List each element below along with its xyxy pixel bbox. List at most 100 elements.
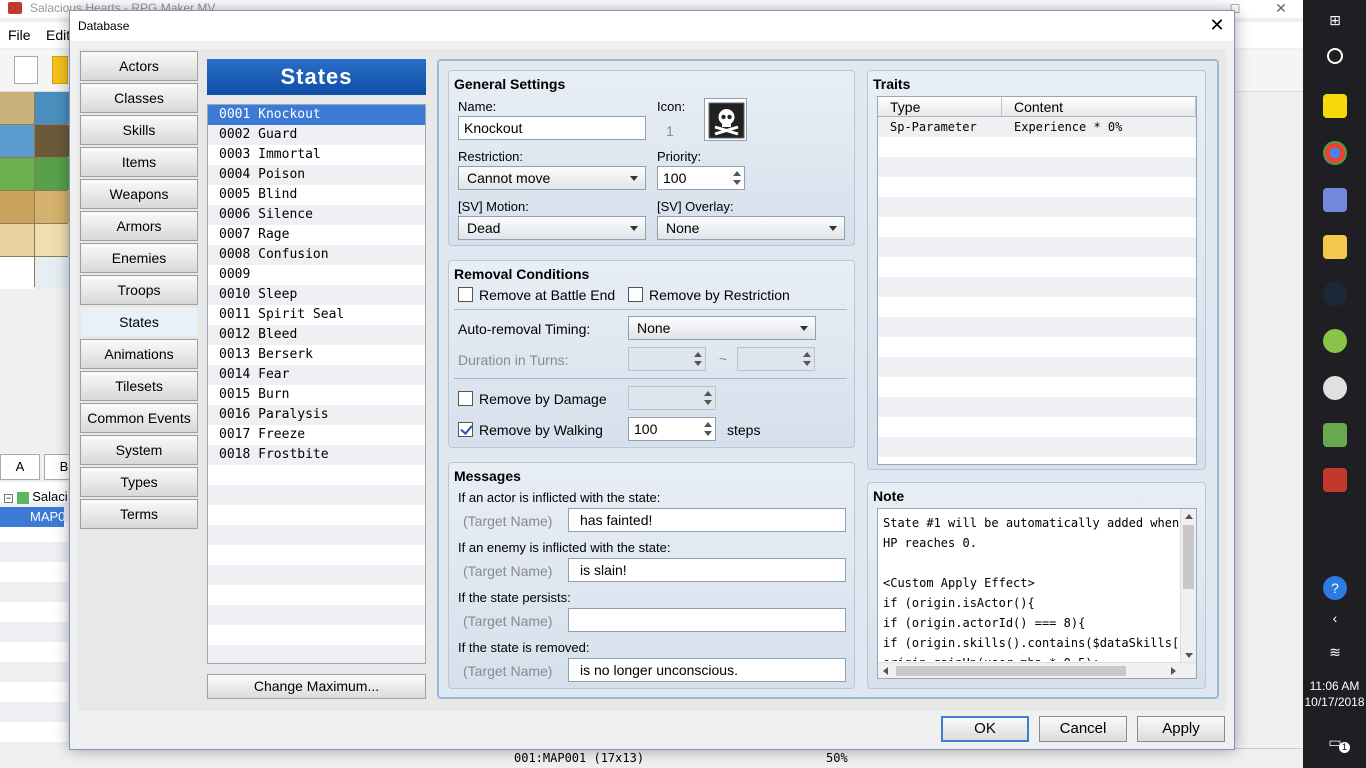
list-item[interactable]: 0006 Silence: [208, 205, 425, 225]
nav-types[interactable]: Types: [80, 467, 198, 497]
rpg-maker-taskbar-icon[interactable]: [1323, 468, 1347, 492]
app-tiles-icon[interactable]: [1323, 423, 1347, 447]
scrollbar-thumb[interactable]: [896, 666, 1126, 676]
open-project-icon[interactable]: [52, 56, 68, 84]
menu-file[interactable]: File: [8, 27, 31, 43]
nav-common-events[interactable]: Common Events: [80, 403, 198, 433]
list-item[interactable]: 0016 Paralysis: [208, 405, 425, 425]
steam-icon[interactable]: [1323, 282, 1347, 306]
scroll-right-icon[interactable]: [1171, 667, 1176, 675]
remove-by-restriction-label[interactable]: Remove by Restriction: [649, 287, 790, 303]
remove-at-battle-end-label[interactable]: Remove at Battle End: [479, 287, 615, 303]
cancel-button[interactable]: Cancel: [1039, 716, 1127, 742]
scrollbar-thumb[interactable]: [1183, 525, 1194, 589]
message-input[interactable]: has fainted!: [568, 508, 846, 532]
remove-by-damage-checkbox[interactable]: [458, 391, 473, 406]
list-item[interactable]: 0002 Guard: [208, 125, 425, 145]
trait-type[interactable]: Sp-Parameter: [890, 117, 977, 137]
menu-edit[interactable]: Edit: [46, 27, 70, 43]
cortana-icon[interactable]: [1327, 48, 1343, 64]
scroll-up-icon[interactable]: [1185, 514, 1193, 519]
remove-at-battle-end-checkbox[interactable]: [458, 287, 473, 302]
message-input[interactable]: [568, 608, 846, 632]
message-input[interactable]: is no longer unconscious.: [568, 658, 846, 682]
sv-motion-select[interactable]: Dead: [458, 216, 646, 240]
windows-start-icon[interactable]: ⊞: [1323, 8, 1347, 32]
note-horizontal-scrollbar[interactable]: [878, 662, 1196, 678]
nav-armors[interactable]: Armors: [80, 211, 198, 241]
states-list[interactable]: 0001 Knockout 0002 Guard 0003 Immortal 0004…: [207, 104, 426, 664]
nav-troops[interactable]: Troops: [80, 275, 198, 305]
tab-a[interactable]: A: [0, 454, 40, 480]
ok-button[interactable]: OK: [941, 716, 1029, 742]
nav-system[interactable]: System: [80, 435, 198, 465]
scroll-left-icon[interactable]: [883, 667, 888, 675]
tree-item-project[interactable]: − Salacious Hearts: [4, 487, 68, 507]
nav-tilesets[interactable]: Tilesets: [80, 371, 198, 401]
file-explorer-icon[interactable]: [1323, 235, 1347, 259]
list-item[interactable]: 0014 Fear: [208, 365, 425, 385]
change-maximum-button[interactable]: Change Maximum...: [207, 674, 426, 699]
apply-button[interactable]: Apply: [1137, 716, 1225, 742]
name-input[interactable]: Knockout: [458, 116, 646, 140]
traits-column-type[interactable]: Type: [878, 97, 1002, 117]
list-item[interactable]: 0017 Freeze: [208, 425, 425, 445]
walking-steps-spinner[interactable]: 100: [628, 417, 716, 441]
remove-by-walking-label[interactable]: Remove by Walking: [479, 422, 603, 438]
list-item[interactable]: 0004 Poison: [208, 165, 425, 185]
nav-states[interactable]: States: [80, 307, 198, 337]
list-item[interactable]: 0018 Frostbite: [208, 445, 425, 465]
nav-weapons[interactable]: Weapons: [80, 179, 198, 209]
chrome-icon[interactable]: [1323, 141, 1347, 165]
list-item[interactable]: 0001 Knockout: [208, 105, 425, 125]
priority-spinner[interactable]: 100: [657, 166, 745, 190]
nav-skills[interactable]: Skills: [80, 115, 198, 145]
tileset-palette[interactable]: [0, 92, 69, 289]
close-icon[interactable]: ✕: [1258, 0, 1304, 18]
list-item[interactable]: 0015 Burn: [208, 385, 425, 405]
discord-icon[interactable]: [1323, 188, 1347, 212]
nav-enemies[interactable]: Enemies: [80, 243, 198, 273]
restriction-select[interactable]: Cannot move: [458, 166, 646, 190]
list-item[interactable]: 0013 Berserk: [208, 345, 425, 365]
list-item[interactable]: 0011 Spirit Seal: [208, 305, 425, 325]
list-item[interactable]: 0012 Bleed: [208, 325, 425, 345]
app-parasol-icon[interactable]: [1323, 376, 1347, 400]
note-text[interactable]: State #1 will be automatically added whe…: [883, 513, 1179, 661]
remove-by-restriction-checkbox[interactable]: [628, 287, 643, 302]
scroll-down-icon[interactable]: [1185, 653, 1193, 658]
dialog-close-icon[interactable]: ✕: [1206, 14, 1228, 36]
wifi-icon[interactable]: ≋: [1323, 640, 1347, 664]
list-item[interactable]: 0007 Rage: [208, 225, 425, 245]
app-globe-icon[interactable]: [1323, 329, 1347, 353]
note-vertical-scrollbar[interactable]: [1180, 509, 1196, 663]
nav-terms[interactable]: Terms: [80, 499, 198, 529]
chevron-left-icon[interactable]: ‹: [1323, 606, 1347, 630]
remove-by-walking-checkbox[interactable]: [458, 422, 473, 437]
remove-by-damage-label[interactable]: Remove by Damage: [479, 391, 607, 407]
list-item[interactable]: 0003 Immortal: [208, 145, 425, 165]
trait-content[interactable]: Experience * 0%: [1014, 117, 1122, 137]
nav-items[interactable]: Items: [80, 147, 198, 177]
auto-removal-timing-select[interactable]: None: [628, 316, 816, 340]
traits-column-content[interactable]: Content: [1002, 97, 1196, 117]
help-icon[interactable]: ?: [1323, 576, 1347, 600]
sv-overlay-select[interactable]: None: [657, 216, 845, 240]
list-item[interactable]: 0005 Blind: [208, 185, 425, 205]
skull-icon[interactable]: [704, 98, 747, 141]
note-textarea[interactable]: State #1 will be automatically added whe…: [877, 508, 1197, 679]
spinner-arrows-icon[interactable]: [732, 169, 742, 187]
message-input[interactable]: is slain!: [568, 558, 846, 582]
new-project-icon[interactable]: [14, 56, 38, 84]
list-item[interactable]: 0009: [208, 265, 425, 285]
nav-actors[interactable]: Actors: [80, 51, 198, 81]
nav-animations[interactable]: Animations: [80, 339, 198, 369]
list-item[interactable]: 0008 Confusion: [208, 245, 425, 265]
traits-table[interactable]: Type Content Sp-Parameter Experience * 0%: [877, 96, 1197, 465]
list-item[interactable]: 0010 Sleep: [208, 285, 425, 305]
nav-classes[interactable]: Classes: [80, 83, 198, 113]
system-clock[interactable]: 11:06 AM 10/17/2018: [1303, 678, 1366, 710]
spinner-arrows-icon[interactable]: [703, 420, 713, 438]
sticky-notes-icon[interactable]: [1323, 94, 1347, 118]
tree-item-map001[interactable]: MAP001: [0, 507, 64, 527]
